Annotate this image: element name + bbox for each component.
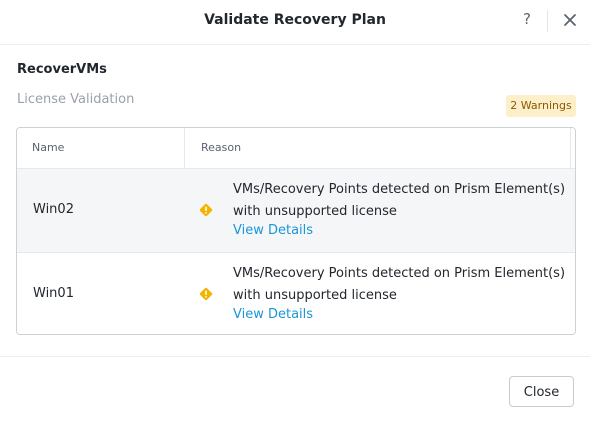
column-divider [570, 128, 571, 168]
close-button[interactable]: Close [509, 376, 574, 407]
column-header-reason[interactable]: Reason [201, 141, 241, 154]
section-subtitle: License Validation [17, 92, 135, 107]
reason-line: VMs/Recovery Points detected on Prism El… [233, 182, 566, 197]
validate-recovery-plan-dialog: Validate Recovery Plan ? RecoverVMs Lice… [0, 0, 590, 428]
table-header: Name Reason [17, 128, 575, 169]
section-title: RecoverVMs [17, 62, 107, 77]
help-icon[interactable]: ? [519, 10, 535, 30]
warning-icon [199, 202, 213, 217]
view-details-link[interactable]: View Details [233, 307, 313, 322]
vm-name: Win02 [33, 202, 74, 217]
reason-line: with unsupported license [233, 204, 397, 219]
column-divider [184, 128, 185, 168]
dialog-header: Validate Recovery Plan ? [0, 0, 590, 45]
validation-table: Name Reason Win02 VMs/Recovery Points de… [16, 127, 576, 335]
footer-divider [0, 356, 590, 357]
dialog-title: Validate Recovery Plan [204, 12, 386, 28]
table-row: Win02 VMs/Recovery Points detected on Pr… [17, 169, 575, 253]
warning-icon [199, 286, 213, 301]
view-details-link[interactable]: View Details [233, 223, 313, 238]
reason-text: VMs/Recovery Points detected on Prism El… [233, 263, 573, 307]
table-row: Win01 VMs/Recovery Points detected on Pr… [17, 253, 575, 334]
reason-line: VMs/Recovery Points detected on Prism El… [233, 266, 566, 281]
warnings-badge: 2 Warnings [506, 95, 576, 117]
column-header-name[interactable]: Name [32, 141, 64, 154]
reason-line: with unsupported license [233, 288, 397, 303]
close-icon[interactable] [562, 12, 578, 28]
header-divider [547, 10, 548, 32]
vm-name: Win01 [33, 286, 74, 301]
reason-text: VMs/Recovery Points detected on Prism El… [233, 179, 573, 223]
